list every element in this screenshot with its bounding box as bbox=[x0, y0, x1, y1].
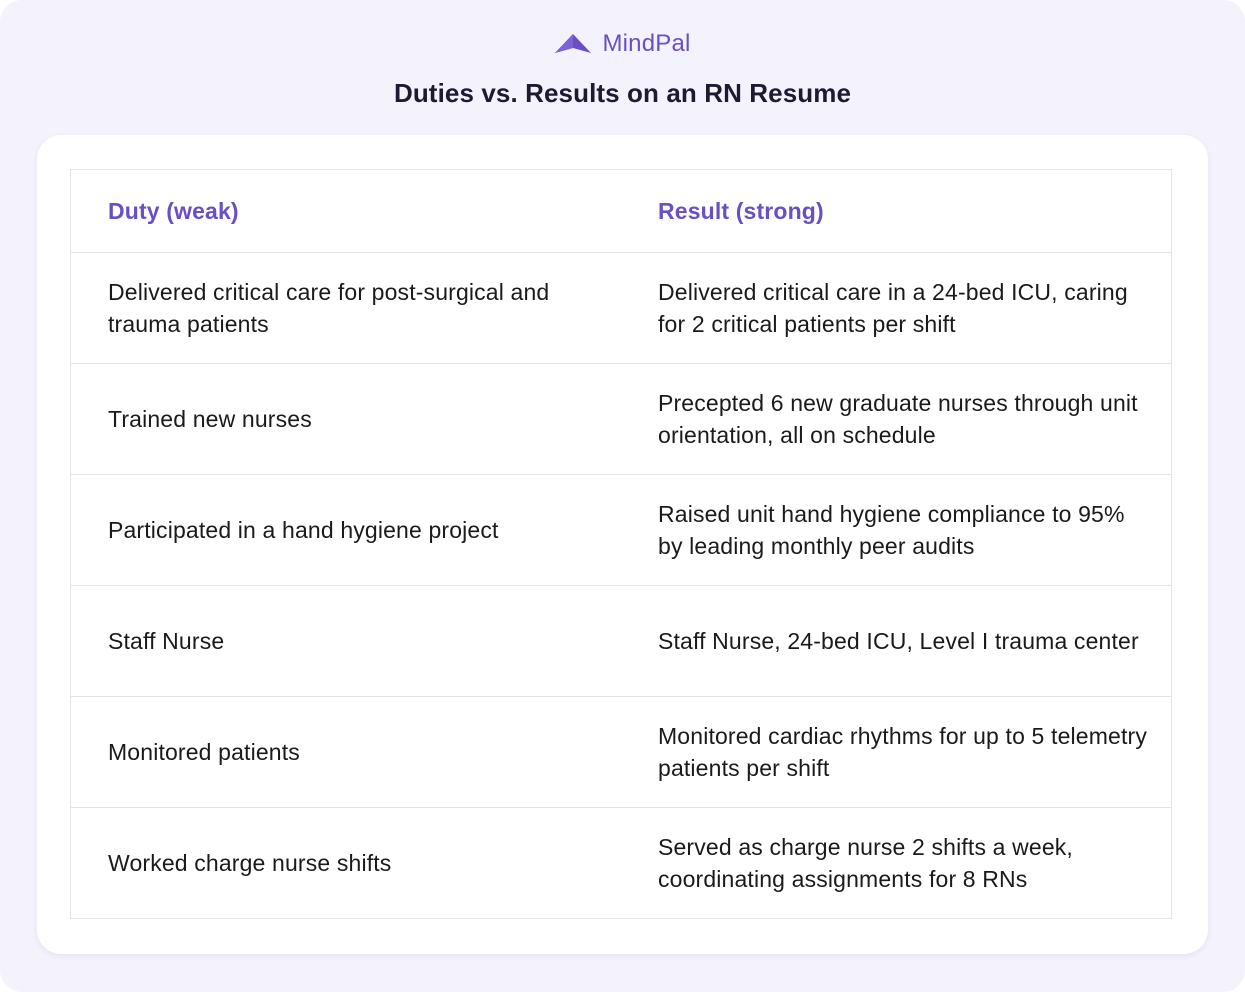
page-background: MindPal Duties vs. Results on an RN Resu… bbox=[0, 0, 1245, 992]
comparison-table: Duty (weak) Result (strong) Delivered cr… bbox=[70, 169, 1172, 919]
table-row: Monitored patients Monitored cardiac rhy… bbox=[71, 696, 1171, 807]
result-cell: Delivered critical care in a 24-bed ICU,… bbox=[658, 279, 1128, 337]
mindpal-logo-icon bbox=[555, 34, 592, 53]
duty-cell: Worked charge nurse shifts bbox=[108, 850, 392, 876]
result-cell: Precepted 6 new graduate nurses through … bbox=[658, 390, 1138, 448]
brand-header: MindPal bbox=[0, 30, 1245, 58]
duty-cell: Delivered critical care for post-surgica… bbox=[108, 279, 550, 337]
table-row: Staff Nurse Staff Nurse, 24-bed ICU, Lev… bbox=[71, 585, 1171, 696]
brand-name: MindPal bbox=[602, 30, 691, 57]
column-header-duty: Duty (weak) bbox=[108, 198, 239, 224]
column-header-result: Result (strong) bbox=[658, 198, 824, 224]
result-cell: Raised unit hand hygiene compliance to 9… bbox=[658, 501, 1125, 559]
duty-cell: Trained new nurses bbox=[108, 406, 312, 432]
result-cell: Monitored cardiac rhythms for up to 5 te… bbox=[658, 723, 1147, 781]
duty-cell: Monitored patients bbox=[108, 739, 300, 765]
duty-cell: Staff Nurse bbox=[108, 628, 225, 654]
duty-cell: Participated in a hand hygiene project bbox=[108, 517, 499, 543]
result-cell: Staff Nurse, 24-bed ICU, Level I trauma … bbox=[658, 628, 1139, 654]
table-row: Delivered critical care for post-surgica… bbox=[71, 252, 1171, 363]
table-row: Worked charge nurse shifts Served as cha… bbox=[71, 807, 1171, 918]
table-header-row: Duty (weak) Result (strong) bbox=[71, 170, 1171, 252]
page-title: Duties vs. Results on an RN Resume bbox=[393, 78, 852, 108]
table-row: Participated in a hand hygiene project R… bbox=[71, 474, 1171, 585]
comparison-card: Duty (weak) Result (strong) Delivered cr… bbox=[37, 135, 1208, 954]
result-cell: Served as charge nurse 2 shifts a week, … bbox=[658, 834, 1073, 892]
table-row: Trained new nurses Precepted 6 new gradu… bbox=[71, 363, 1171, 474]
